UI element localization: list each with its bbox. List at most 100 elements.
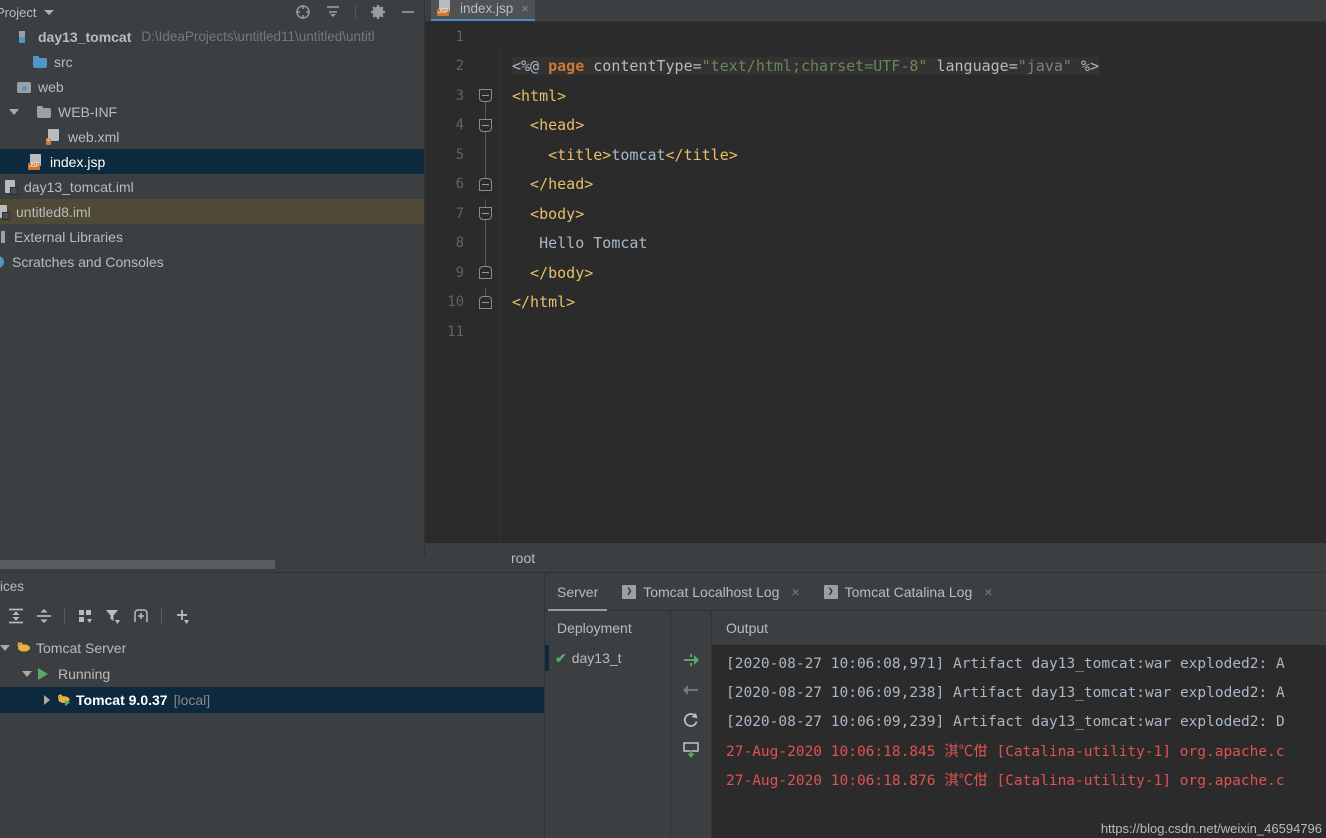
add-icon[interactable]	[168, 602, 196, 630]
fold-collapse-icon[interactable]	[479, 177, 492, 191]
fold-collapse-icon[interactable]	[479, 207, 492, 220]
expand-arrow-icon[interactable]	[6, 104, 22, 120]
undeploy-icon	[682, 681, 700, 699]
code-line[interactable]: 5 <title>tomcat</title>	[425, 140, 1326, 170]
code-line[interactable]: 8 Hello Tomcat	[425, 228, 1326, 258]
jsp-badge: JSP	[28, 162, 41, 170]
services-row-running[interactable]: Running	[0, 661, 544, 687]
web-folder-icon	[16, 79, 32, 95]
fold-collapse-icon[interactable]	[479, 118, 492, 132]
filter-icon[interactable]	[99, 602, 127, 630]
fold-gutter[interactable]	[472, 317, 500, 347]
code-line[interactable]: 7 <body>	[425, 199, 1326, 229]
tree-row-index-jsp[interactable]: JSP index.jsp	[0, 149, 424, 174]
expand-arrow-icon[interactable]	[44, 695, 50, 705]
toolbar-divider	[64, 608, 65, 624]
project-title-dropdown[interactable]: Project	[0, 5, 55, 20]
xml-badge: <	[46, 137, 52, 145]
fold-gutter[interactable]	[472, 169, 500, 200]
code-token: language=	[927, 57, 1018, 76]
expand-arrow-icon[interactable]	[0, 645, 10, 651]
tree-row[interactable]: WEB-INF	[0, 99, 424, 124]
code-token: contentType=	[584, 57, 702, 76]
services-row-tomcat-server[interactable]: Tomcat Server	[0, 635, 544, 661]
code-line[interactable]: 11	[425, 317, 1326, 347]
fold-gutter[interactable]	[472, 22, 500, 52]
tab-server[interactable]: Server	[545, 573, 610, 611]
redeploy-icon[interactable]	[682, 651, 700, 669]
toolbar-divider	[355, 5, 356, 19]
watermark: https://blog.csdn.net/weixin_46594796	[1100, 821, 1322, 836]
restart-icon[interactable]	[682, 711, 700, 729]
tree-row[interactable]: untitled8.iml	[0, 199, 424, 224]
fold-gutter[interactable]	[472, 140, 500, 170]
code-line[interactable]: 2 <%@ page contentType="text/html;charse…	[425, 52, 1326, 82]
fold-collapse-icon[interactable]	[479, 266, 492, 279]
close-icon[interactable]: ×	[791, 584, 799, 600]
deployment-header: Deployment	[557, 620, 632, 636]
services-row-label: Tomcat 9.0.37	[76, 692, 168, 708]
fold-collapse-icon[interactable]	[479, 295, 492, 309]
fold-gutter[interactable]	[472, 52, 500, 82]
folder-grey-icon	[36, 104, 52, 120]
log-line: [2020-08-27 10:06:08,971] Artifact day13…	[726, 655, 1285, 672]
code-editor[interactable]: 1 2 <%@ page contentType="text/html;char…	[425, 22, 1326, 542]
services-title: ices	[0, 578, 25, 594]
tree-row[interactable]: src	[0, 49, 424, 74]
fold-gutter[interactable]	[472, 110, 500, 140]
gear-icon[interactable]	[370, 4, 386, 20]
tree-row[interactable]: day13_tomcat D:\IdeaProjects\untitled11\…	[0, 24, 424, 49]
code-token: <html>	[512, 86, 567, 105]
fold-gutter[interactable]	[472, 81, 500, 111]
locate-icon[interactable]	[295, 4, 311, 20]
close-icon[interactable]: ×	[984, 584, 992, 600]
deployment-artifact-row[interactable]: ✔ day13_t	[545, 645, 670, 671]
services-tree[interactable]: Tomcat Server Running Tomcat 9.0.37 [loc…	[0, 635, 544, 838]
fold-gutter[interactable]	[472, 258, 500, 288]
tree-item-label: Scratches and Consoles	[12, 253, 164, 270]
services-row-label: Running	[58, 666, 111, 682]
module-file-icon	[0, 204, 10, 220]
tab-label: Tomcat Catalina Log	[844, 583, 973, 600]
expand-arrow-icon[interactable]	[22, 671, 32, 677]
code-line[interactable]: 4 <head>	[425, 110, 1326, 140]
deployment-panel: Deployment ✔ day13_t	[545, 611, 671, 838]
line-number: 3	[455, 87, 464, 104]
services-toolbar	[0, 599, 544, 633]
fold-gutter[interactable]	[472, 199, 500, 229]
tab-tomcat-localhost-log[interactable]: ❯ Tomcat Localhost Log ×	[610, 573, 811, 611]
output-header: Output	[726, 620, 769, 636]
add-tab-icon[interactable]	[127, 602, 155, 630]
code-line[interactable]: 1	[425, 22, 1326, 52]
services-row-tomcat-instance[interactable]: Tomcat 9.0.37 [local]	[0, 687, 544, 713]
code-line[interactable]: 9 </body>	[425, 258, 1326, 288]
tree-row[interactable]: < web.xml	[0, 124, 424, 149]
tree-row[interactable]: day13_tomcat.iml	[0, 174, 424, 199]
collapse-all-icon[interactable]	[325, 4, 341, 20]
update-icon[interactable]	[682, 741, 700, 759]
code-line[interactable]: 6 </head>	[425, 169, 1326, 200]
tab-tomcat-catalina-log[interactable]: ❯ Tomcat Catalina Log ×	[812, 573, 1005, 611]
tree-row[interactable]: External Libraries	[0, 224, 424, 249]
expand-all-icon[interactable]	[2, 602, 30, 630]
code-line[interactable]: 10 </html>	[425, 287, 1326, 318]
fold-gutter[interactable]	[472, 228, 500, 258]
selection-strip	[545, 645, 549, 671]
code-line[interactable]: 3 <html>	[425, 81, 1326, 111]
tree-row[interactable]: Scratches and Consoles	[0, 249, 424, 274]
collapse-all-icon[interactable]	[30, 602, 58, 630]
fold-collapse-icon[interactable]	[479, 89, 492, 102]
tree-row[interactable]: web	[0, 74, 424, 99]
fold-gutter[interactable]	[472, 287, 500, 318]
minimize-icon[interactable]	[400, 4, 416, 20]
code-token: </title>	[665, 145, 738, 164]
group-by-icon[interactable]	[71, 602, 99, 630]
scrollbar-thumb[interactable]	[0, 560, 275, 569]
project-tree[interactable]: day13_tomcat D:\IdeaProjects\untitled11\…	[0, 24, 424, 556]
close-icon[interactable]: ×	[521, 2, 529, 15]
breadcrumb-root[interactable]: root	[511, 550, 535, 566]
tab-index-jsp[interactable]: JSP index.jsp ×	[431, 0, 535, 22]
editor-breadcrumb[interactable]: root	[425, 542, 1326, 572]
console-output[interactable]: [2020-08-27 10:06:08,971] Artifact day13…	[712, 645, 1326, 838]
project-horizontal-scrollbar[interactable]	[0, 556, 425, 572]
